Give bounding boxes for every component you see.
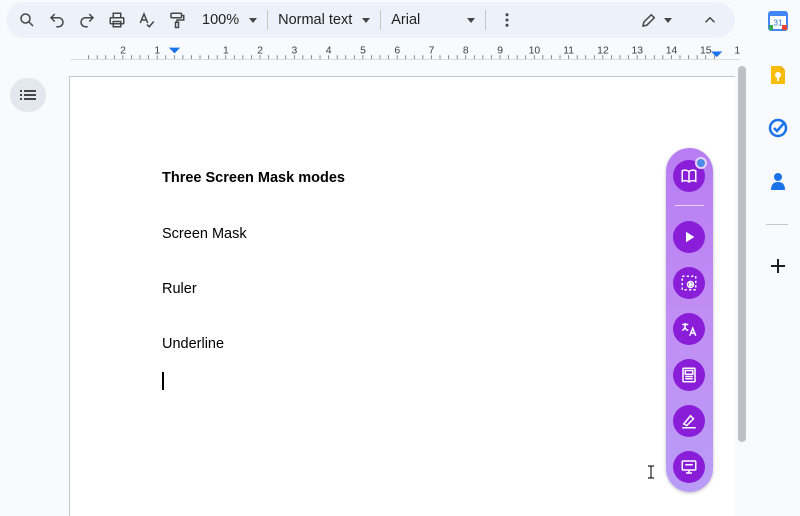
ruler-label: 9 <box>497 45 503 56</box>
right-indent-marker[interactable] <box>711 51 723 58</box>
left-indent-marker[interactable] <box>168 47 181 54</box>
ruler-label: 8 <box>463 45 469 56</box>
play-icon <box>686 231 695 243</box>
ruler-label: 15 <box>700 45 712 56</box>
side-panel-divider <box>766 224 788 225</box>
translate-button[interactable] <box>673 313 705 345</box>
undo-icon <box>49 13 64 28</box>
screen-mask-icon <box>681 275 697 291</box>
print-button[interactable] <box>102 5 132 35</box>
ruler-label: 13 <box>631 45 643 56</box>
ruler-label: 2 <box>120 45 126 56</box>
text-cursor <box>162 372 164 390</box>
font-value: Arial <box>391 12 421 28</box>
chevron-down-icon <box>362 17 371 23</box>
tasks-icon <box>768 118 788 138</box>
read-aloud-button[interactable] <box>673 221 705 253</box>
picture-dictionary-button[interactable] <box>673 359 705 391</box>
font-select[interactable]: Arial <box>387 5 479 35</box>
ruler-label: 12 <box>597 45 609 56</box>
chevron-down-icon <box>664 17 672 23</box>
ruler-label: 6 <box>394 45 400 56</box>
book-icon <box>681 169 697 183</box>
doc-line: Underline <box>162 336 225 352</box>
notification-dot <box>695 157 707 169</box>
ruler-label: 1 <box>154 45 160 56</box>
search-menus-button[interactable] <box>12 5 42 35</box>
presentation-icon <box>681 460 697 474</box>
main-toolbar: 100% Normal text Arial <box>6 2 735 38</box>
get-add-ons-button[interactable] <box>768 256 788 276</box>
document-page[interactable]: Three Screen Mask modes Screen Mask Rule… <box>69 76 735 516</box>
undo-button[interactable] <box>42 5 72 35</box>
vertical-scrollbar[interactable] <box>738 66 746 442</box>
paint-format-button[interactable] <box>162 5 192 35</box>
toolbar-divider <box>267 10 269 30</box>
highlighter-icon <box>682 414 696 429</box>
highlighter-button[interactable] <box>673 405 705 437</box>
calendar-icon: 31 <box>768 11 788 31</box>
chevron-down-icon <box>467 17 476 23</box>
ruler-label: 1 <box>223 45 229 56</box>
ruler-label: 7 <box>429 45 435 56</box>
zoom-select[interactable]: 100% <box>198 5 261 35</box>
more-options-button[interactable] <box>492 5 522 35</box>
ruler-label: 10 <box>529 45 541 56</box>
chevron-down-icon <box>249 17 258 23</box>
panel-divider <box>675 205 704 206</box>
ruler-label: 16 <box>734 45 740 56</box>
chevron-up-icon <box>704 16 716 23</box>
ruler-label: 14 <box>666 45 678 56</box>
hide-menus-button[interactable] <box>695 5 725 35</box>
spellcheck-icon <box>139 12 155 28</box>
zoom-value: 100% <box>202 12 240 28</box>
calendar-day: 31 <box>774 19 783 28</box>
ruler-label: 11 <box>563 45 574 56</box>
print-icon <box>109 12 125 28</box>
practice-reading-button[interactable] <box>673 451 705 483</box>
contacts-icon <box>771 173 785 190</box>
editing-mode-button[interactable] <box>635 5 677 35</box>
doc-line: Screen Mask <box>162 226 247 242</box>
reader-icon <box>682 367 696 383</box>
screen-mask-button[interactable] <box>673 267 705 299</box>
search-icon <box>20 13 34 27</box>
keep-icon <box>771 66 785 84</box>
spellcheck-button[interactable] <box>132 5 162 35</box>
pencil-icon <box>642 13 656 27</box>
toolbar-divider <box>485 10 487 30</box>
google-calendar-button[interactable]: 31 <box>768 11 788 31</box>
paint-roller-icon <box>170 12 185 29</box>
horizontal-ruler[interactable]: 2112345678910111213141516 <box>70 42 740 60</box>
plus-icon <box>771 259 785 273</box>
style-select[interactable]: Normal text <box>274 5 374 35</box>
redo-button[interactable] <box>72 5 102 35</box>
translate-icon <box>681 323 697 337</box>
side-panel: 31 <box>752 0 800 510</box>
doc-line: Ruler <box>162 281 197 297</box>
reading-tools-panel <box>666 148 713 492</box>
style-value: Normal text <box>278 12 353 28</box>
ruler-label: 3 <box>292 45 298 56</box>
ruler-label: 5 <box>360 45 366 56</box>
document-outline-button[interactable] <box>10 78 46 112</box>
more-vert-icon <box>505 13 509 27</box>
doc-heading: Three Screen Mask modes <box>162 170 345 186</box>
ruler-label: 4 <box>326 45 332 56</box>
google-tasks-button[interactable] <box>768 118 788 138</box>
redo-icon <box>80 13 95 28</box>
ruler-label: 2 <box>257 45 263 56</box>
toolbar-divider <box>380 10 382 30</box>
outline-list-icon <box>20 90 36 100</box>
google-contacts-button[interactable] <box>768 171 788 191</box>
google-keep-button[interactable] <box>768 65 788 85</box>
mouse-ibeam-cursor <box>648 465 654 479</box>
